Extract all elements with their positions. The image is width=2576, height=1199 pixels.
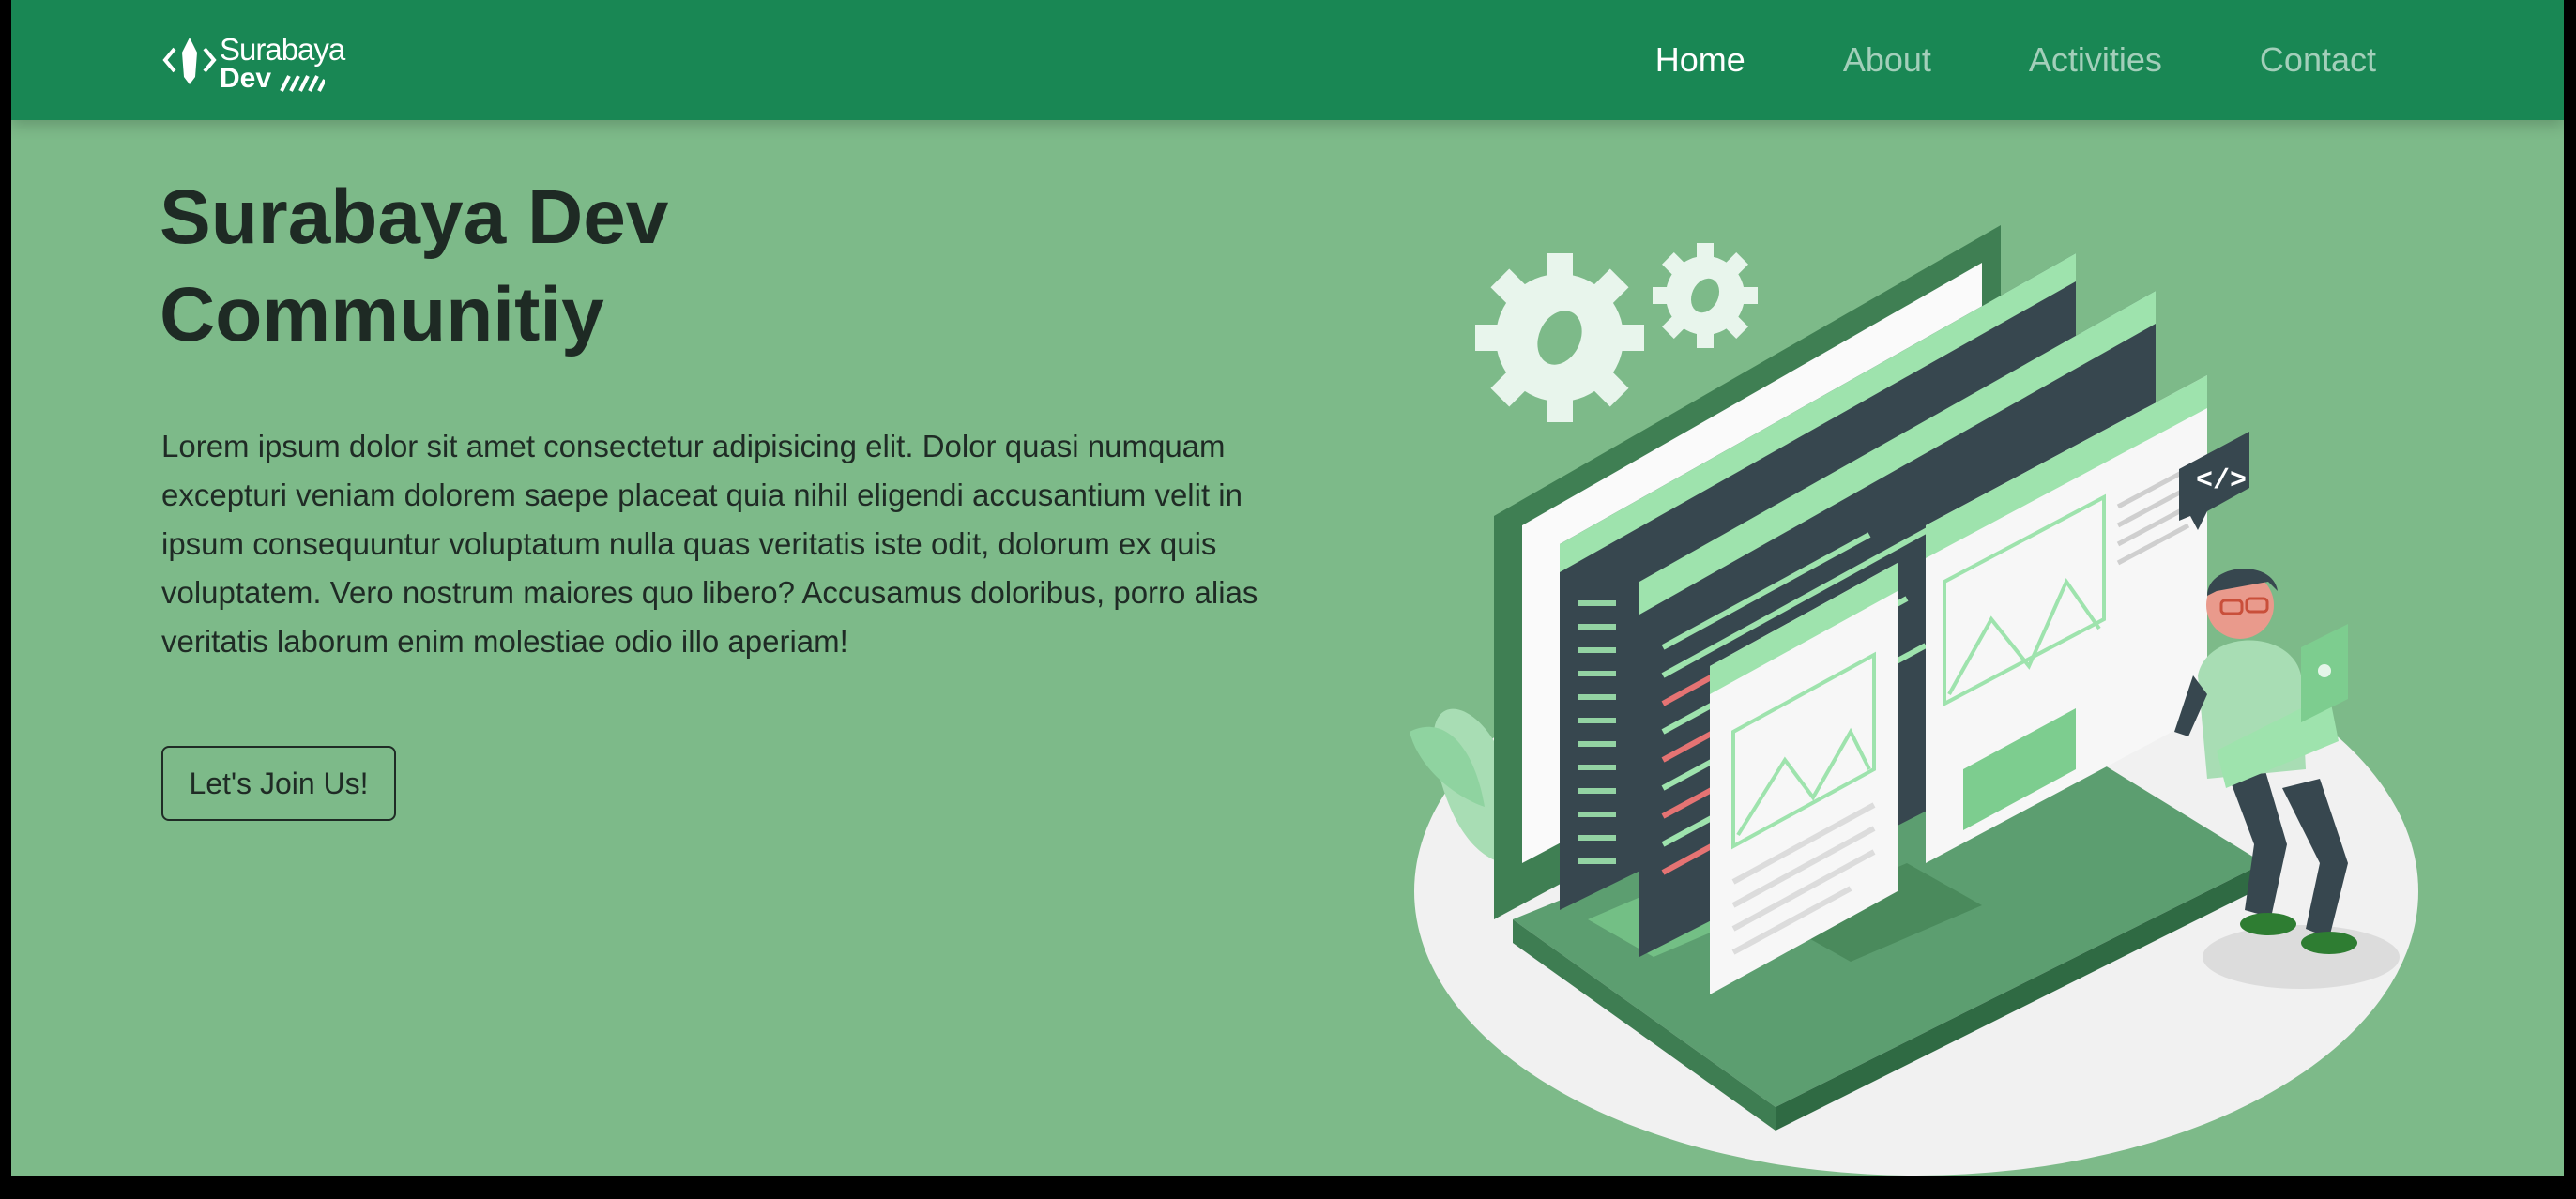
brand-name-line2: Dev [220,63,272,94]
hero-title-line2: Communitiy [160,272,604,357]
brand-text: Surabaya Dev [220,32,345,94]
person-shadow [2203,925,2400,989]
join-us-button[interactable]: Let's Join Us! [161,746,396,821]
nav-link-activities[interactable]: Activities [2029,40,2162,80]
nav-link-about[interactable]: About [1843,40,1931,80]
brand-stripes-icon [279,74,325,92]
navbar: Surabaya Dev Home About Activities Conta… [11,0,2564,120]
code-tag-text: </> [2196,465,2247,497]
hero-illustration: </> [1410,225,2418,1176]
brand-logo-icon [162,38,217,84]
nav-link-home[interactable]: Home [1655,40,1745,80]
hero-title: Surabaya Dev Communitiy [160,169,1004,364]
brand-logo[interactable]: Surabaya Dev [161,26,349,94]
gear-icon [1475,253,1644,422]
gear-icon [1653,243,1758,348]
brand-name-line1: Surabaya [220,32,345,67]
hero-title-line1: Surabaya Dev [160,175,669,260]
browser-viewport: Surabaya Dev Home About Activities Conta… [11,0,2564,1176]
nav-links: Home About Activities Contact [1655,0,2376,120]
hero-description: Lorem ipsum dolor sit amet consectetur a… [161,429,1258,659]
nav-link-contact[interactable]: Contact [2260,40,2376,80]
